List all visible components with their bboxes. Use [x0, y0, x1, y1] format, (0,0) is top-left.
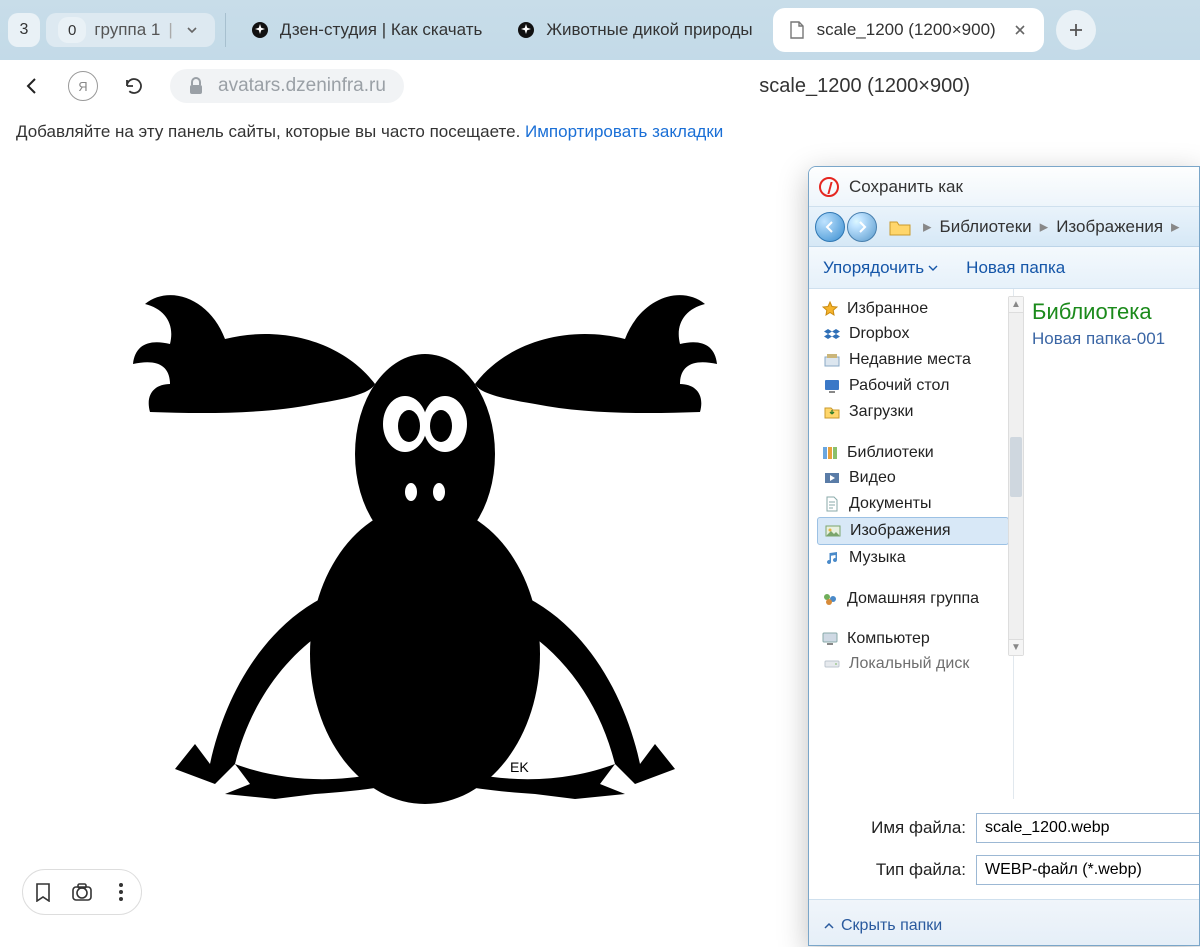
dialog-toolbar: Упорядочить Новая папка [809, 247, 1199, 289]
reload-button[interactable] [120, 72, 148, 100]
lock-icon [188, 77, 206, 95]
pictures-icon [824, 522, 842, 540]
recent-icon [823, 351, 841, 369]
computer-icon [821, 630, 839, 648]
bookmarks-hint: Добавляйте на эту панель сайты, которые … [0, 112, 1200, 154]
moose-image: EK [40, 194, 810, 834]
organize-button[interactable]: Упорядочить [823, 258, 938, 278]
chevron-down-icon[interactable] [181, 19, 203, 41]
library-title: Библиотека [1032, 299, 1193, 325]
filename-input[interactable] [976, 813, 1200, 843]
tab-label: Животные дикой природы [546, 20, 752, 40]
tree-item-recent[interactable]: Недавние места [817, 347, 1009, 373]
lens-icon[interactable] [69, 879, 95, 905]
tree-item-dropbox[interactable]: Dropbox [817, 321, 1009, 347]
tab-2[interactable]: Животные дикой природы [502, 8, 766, 52]
tab-group[interactable]: 0 группа 1 | [46, 13, 215, 47]
breadcrumb[interactable]: ▸ Библиотеки ▸ Изображения ▸ [923, 217, 1180, 237]
crumb-1[interactable]: Библиотеки [940, 217, 1032, 237]
page-title: scale_1200 (1200×900) [759, 75, 970, 98]
tree-item-desktop[interactable]: Рабочий стол [817, 373, 1009, 399]
dropbox-icon [823, 325, 841, 343]
bookmark-icon[interactable] [30, 879, 56, 905]
scroll-down-icon[interactable]: ▼ [1009, 639, 1023, 655]
tab-label: scale_1200 (1200×900) [817, 20, 996, 40]
tree-item-images-selected[interactable]: Изображения [817, 517, 1009, 545]
url-bar: Я avatars.dzeninfra.ru scale_1200 (1200×… [0, 60, 1200, 112]
folder-icon [887, 216, 913, 238]
libraries-header[interactable]: Библиотеки [817, 441, 1009, 465]
folder-view[interactable]: Библиотека Новая папка-001 [1014, 289, 1199, 799]
video-icon [823, 469, 841, 487]
star-icon [821, 300, 839, 318]
crumb-2[interactable]: Изображения [1056, 217, 1163, 237]
tab-strip: 3 0 группа 1 | Дзен-студия | Как скачать… [0, 0, 1200, 60]
download-folder-icon [823, 403, 841, 421]
library-icon [821, 444, 839, 462]
bookmarks-hint-text: Добавляйте на эту панель сайты, которые … [16, 122, 525, 141]
documents-icon [823, 495, 841, 513]
image-tools [22, 869, 142, 915]
music-icon [823, 549, 841, 567]
filename-label: Имя файла: [871, 818, 966, 838]
homegroup-header[interactable]: Домашняя группа [817, 587, 1009, 611]
dialog-nav: ▸ Библиотеки ▸ Изображения ▸ [809, 207, 1199, 247]
address-text: avatars.dzeninfra.ru [218, 75, 386, 97]
tree-item-video[interactable]: Видео [817, 465, 1009, 491]
homegroup-icon [821, 590, 839, 608]
moose-signature: EK [510, 759, 529, 775]
filetype-label: Тип файла: [876, 860, 966, 880]
tree-item-documents[interactable]: Документы [817, 491, 1009, 517]
dialog-bottombar: Скрыть папки [809, 899, 1199, 946]
filetype-select[interactable] [976, 855, 1200, 885]
favorites-header[interactable]: Избранное [817, 297, 1009, 321]
desktop-icon [823, 377, 841, 395]
tab-group-label: группа 1 [94, 20, 160, 40]
tab-count-badge-2: 0 [58, 17, 86, 43]
hide-folders-button[interactable]: Скрыть папки [823, 917, 942, 935]
save-form: Имя файла: Тип файла: [809, 799, 1199, 899]
computer-header[interactable]: Компьютер [817, 627, 1009, 651]
tab-label: Дзен-студия | Как скачать [280, 20, 483, 40]
scroll-up-icon[interactable]: ▲ [1009, 297, 1023, 313]
dialog-titlebar[interactable]: Сохранить как [809, 167, 1199, 207]
tree-scrollbar[interactable]: ▲ ▼ [1008, 296, 1024, 656]
tree-item-music[interactable]: Музыка [817, 545, 1009, 571]
save-as-dialog: Сохранить как ▸ Библиотеки ▸ Изображения… [808, 166, 1200, 946]
nav-back-button[interactable] [815, 212, 845, 242]
dialog-title: Сохранить как [849, 177, 963, 197]
import-bookmarks-link[interactable]: Импортировать закладки [525, 122, 723, 141]
kebab-icon[interactable] [108, 879, 134, 905]
address-box[interactable]: avatars.dzeninfra.ru [170, 69, 404, 103]
scroll-thumb[interactable] [1010, 437, 1022, 497]
tab-divider [225, 13, 226, 47]
tree-item-downloads[interactable]: Загрузки [817, 399, 1009, 425]
nav-forward-button[interactable] [847, 212, 877, 242]
tab-1[interactable]: Дзен-студия | Как скачать [236, 8, 497, 52]
sparkle-icon [516, 20, 536, 40]
sparkle-icon [250, 20, 270, 40]
new-folder-button[interactable]: Новая папка [966, 258, 1065, 278]
library-subtitle: Новая папка-001 [1032, 329, 1193, 349]
tab-3-active[interactable]: scale_1200 (1200×900) [773, 8, 1044, 52]
yandex-icon[interactable]: Я [68, 71, 98, 101]
file-icon [787, 20, 807, 40]
new-tab-button[interactable] [1056, 10, 1096, 50]
back-button[interactable] [18, 72, 46, 100]
disk-icon [823, 655, 841, 673]
nav-tree: Избранное Dropbox Недавние места Рабочий… [809, 289, 1014, 799]
close-icon[interactable] [1010, 20, 1030, 40]
yandex-app-icon [819, 177, 839, 197]
tree-item-localdisk[interactable]: Локальный диск [817, 651, 1009, 677]
tab-count-badge-1[interactable]: 3 [8, 13, 40, 47]
